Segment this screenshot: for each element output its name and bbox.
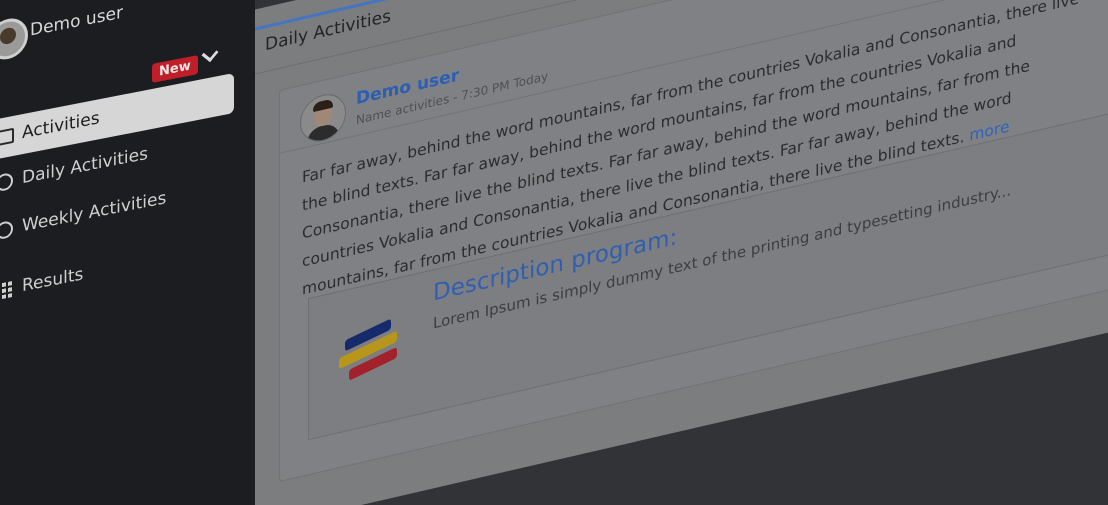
sidebar-item-label: Activities [22, 108, 100, 144]
monitor-icon [0, 127, 14, 147]
avatar [0, 15, 28, 63]
chevron-down-icon[interactable] [201, 45, 219, 63]
sidebar-item-label: Weekly Activities [22, 188, 167, 237]
activity-card: Demo user Name activities - 7:30 PM Toda… [279, 0, 1108, 482]
activity-panel: Daily Activities Demo user Name activiti… [255, 0, 1108, 505]
new-badge: New [152, 55, 198, 83]
sidebar: Demo user New Activities Daily Activitie… [0, 0, 255, 505]
author-avatar [300, 89, 346, 147]
main-content: Daily Activities Demo user Name activiti… [255, 0, 1108, 505]
program-logo [337, 314, 409, 391]
circle-icon [0, 219, 13, 241]
sidebar-item-label: Results [22, 264, 84, 297]
user-name: Demo user [30, 2, 123, 41]
circle-icon [0, 171, 13, 193]
grid-icon [0, 279, 13, 301]
